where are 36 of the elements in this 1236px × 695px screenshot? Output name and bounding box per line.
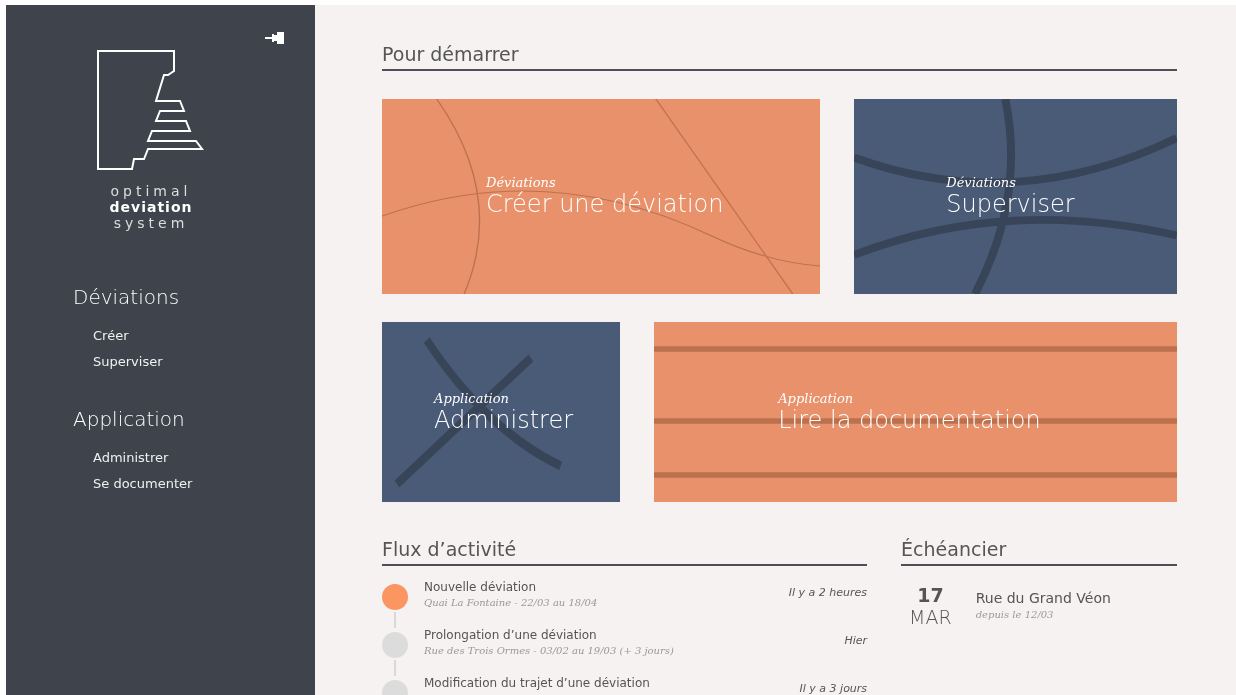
nav-link[interactable]: Administrer <box>93 445 315 471</box>
tile-category: Application <box>778 390 855 406</box>
activity-detail: Rue des Trois Ormes - 03/02 au 19/03 (+ 3 jours) <box>424 645 674 656</box>
logo-icon <box>96 49 206 173</box>
nav-section-title: Déviations <box>73 285 181 309</box>
pin-icon[interactable] <box>265 31 285 45</box>
schedule-place: Rue du Grand Véon <box>975 590 1111 606</box>
activity-time: Il y a 2 heures <box>788 586 868 601</box>
date-day: 17 <box>917 584 944 606</box>
section-title: Échéancier <box>901 538 1177 566</box>
nav-link[interactable]: Superviser <box>93 349 315 375</box>
nav-link[interactable]: Créer <box>93 323 315 349</box>
shortcut-tile[interactable]: Application Administrer <box>382 322 621 502</box>
section-title: Pour démarrer <box>382 43 1177 71</box>
activity-title: Modification du trajet d’une déviation <box>424 676 650 690</box>
activity-detail: Quai La Fontaine - 22/03 au 18/04 <box>424 597 598 608</box>
tile-label: Superviser <box>946 190 1076 218</box>
activity-title: Nouvelle déviation <box>424 580 538 594</box>
tile-category: Déviations <box>946 175 1017 190</box>
schedule-detail: depuis le 12/03 <box>975 609 1055 620</box>
nav-section-title: Application <box>73 407 186 431</box>
tile-label: Lire la documentation <box>778 405 1042 434</box>
logo-text: system <box>113 215 189 231</box>
tile-category: Application <box>434 390 510 406</box>
shortcut-tile[interactable]: Déviations Superviser <box>854 99 1177 294</box>
date-month: MAR <box>909 606 952 628</box>
logo-text: deviation <box>109 199 193 215</box>
section-title: Flux d’activité <box>382 538 868 566</box>
nav-link[interactable]: Se documenter <box>93 471 315 497</box>
activity-time: Il y a 3 jours <box>799 682 868 695</box>
activity-title: Prolongation d’une déviation <box>424 628 598 642</box>
logo-text: optimal <box>110 183 192 199</box>
tile-category: Déviations <box>486 175 557 190</box>
tile-label: Administrer <box>434 405 575 434</box>
activity-time: Hier <box>844 634 868 649</box>
tile-label: Créer une déviation <box>486 190 725 218</box>
